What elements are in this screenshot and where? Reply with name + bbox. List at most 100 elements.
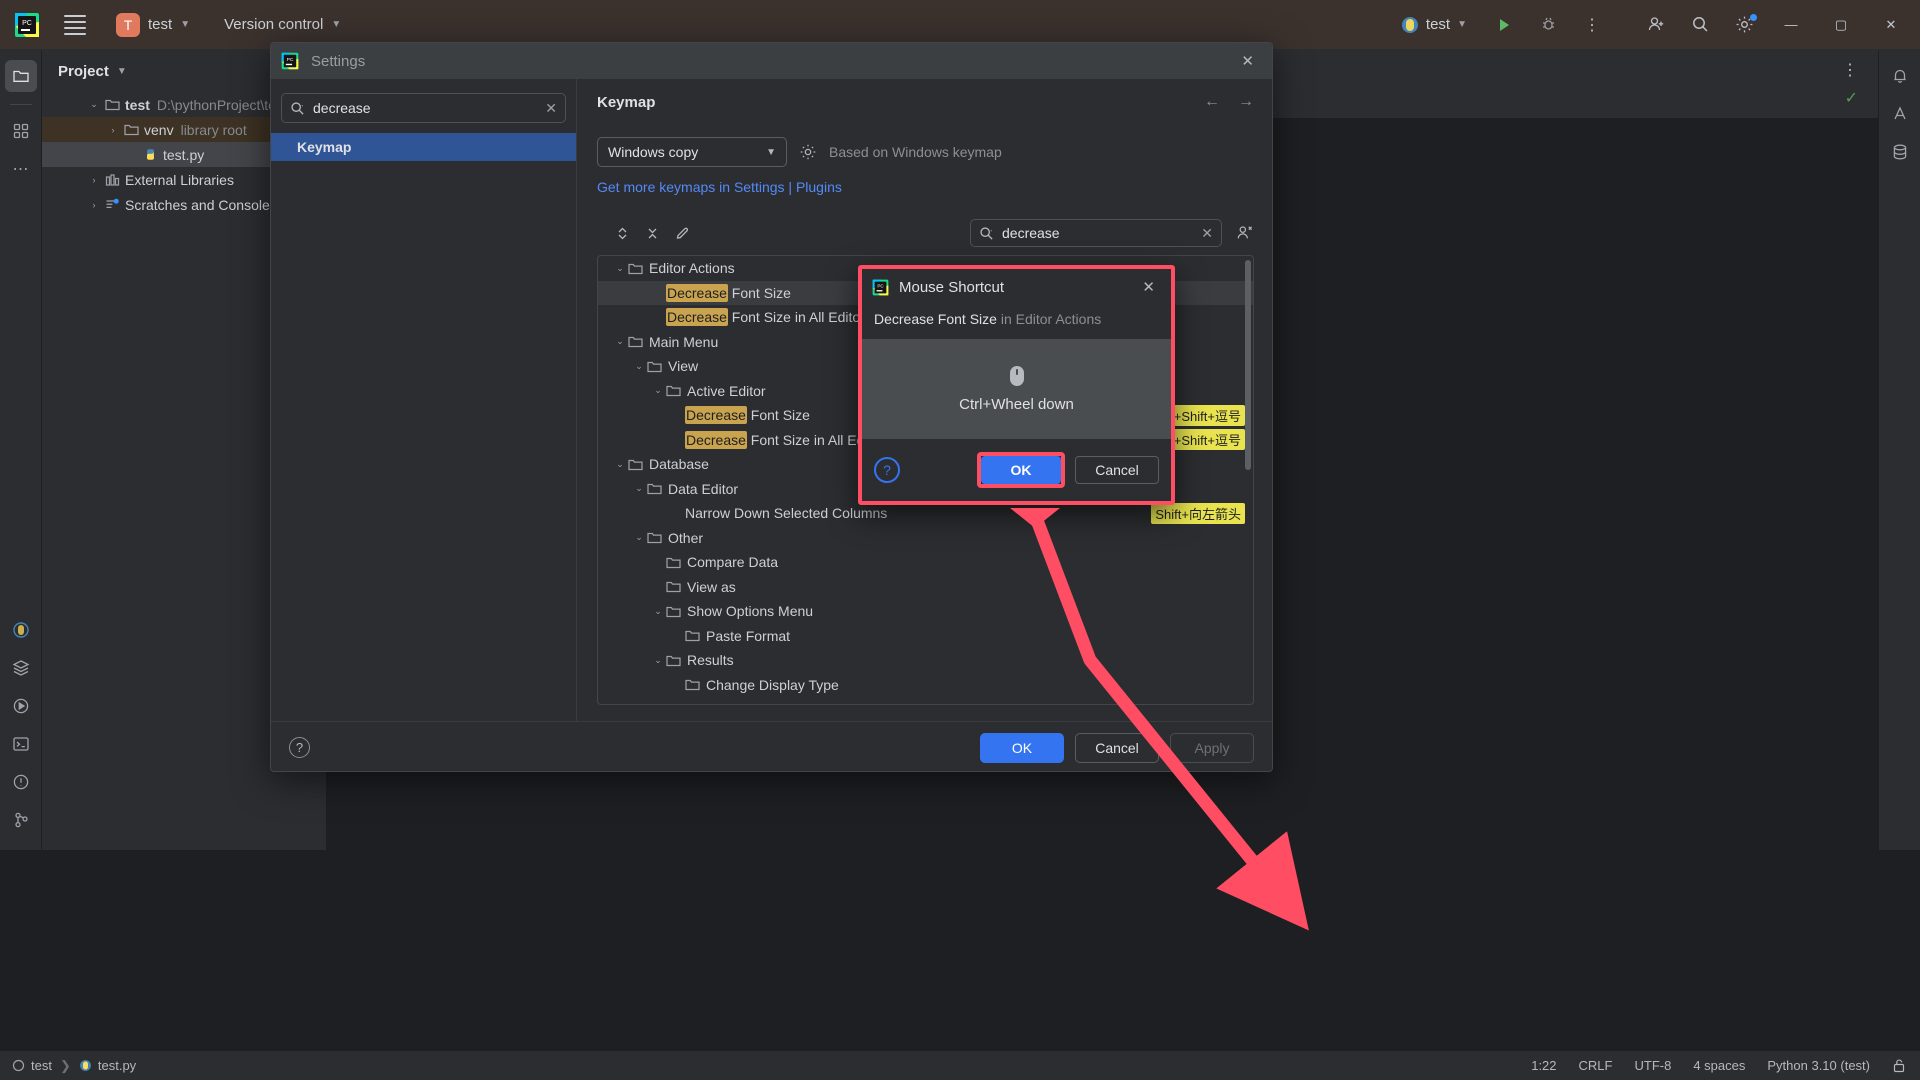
keymap-tree-row[interactable]: Compare Data <box>598 550 1253 575</box>
ai-assistant-icon[interactable] <box>1884 98 1916 130</box>
line-separator[interactable]: CRLF <box>1579 1058 1613 1073</box>
divider <box>10 104 32 105</box>
settings-search-input[interactable] <box>313 100 545 116</box>
folder-icon <box>666 605 681 618</box>
version-control-icon[interactable] <box>5 804 37 836</box>
keymap-filter-box[interactable]: ✕ <box>970 219 1222 247</box>
unlocked-icon[interactable] <box>1892 1058 1906 1073</box>
vertical-scrollbar[interactable] <box>1245 260 1251 470</box>
keymap-tree-row[interactable]: ⌄Results <box>598 648 1253 673</box>
search-icon <box>290 101 305 116</box>
mouse-shortcut-footer: ? OK Cancel <box>862 439 1171 501</box>
keymap-action-label: Paste Format <box>706 628 790 644</box>
help-button[interactable]: ? <box>874 457 900 483</box>
python-console-icon[interactable] <box>5 614 37 646</box>
chevron-down-icon[interactable]: ⌄ <box>631 532 647 543</box>
chevron-right-icon[interactable]: › <box>86 200 102 210</box>
search-icon[interactable] <box>1680 8 1720 42</box>
keymap-select[interactable]: Windows copy ▼ <box>597 137 787 167</box>
folder-icon <box>124 123 139 136</box>
expand-collapse-icon[interactable] <box>609 220 635 246</box>
cancel-button[interactable]: Cancel <box>1075 733 1159 763</box>
filter-by-shortcut-icon[interactable] <box>1236 224 1254 242</box>
clear-filter-icon[interactable]: ✕ <box>1201 225 1213 242</box>
debug-icon[interactable] <box>1528 8 1568 42</box>
problems-icon[interactable] <box>5 766 37 798</box>
back-arrow-icon[interactable]: ← <box>1204 93 1220 111</box>
keymap-action-label: View <box>668 358 698 374</box>
breadcrumb-file[interactable]: test.py <box>79 1058 136 1073</box>
close-icon[interactable]: ✕ <box>1233 48 1262 74</box>
close-icon[interactable]: ✕ <box>1136 276 1161 298</box>
apply-button[interactable]: Apply <box>1170 733 1254 763</box>
structure-tool-icon[interactable] <box>5 115 37 147</box>
cancel-button[interactable]: Cancel <box>1075 456 1159 484</box>
notifications-icon[interactable] <box>1884 60 1916 92</box>
library-icon <box>105 173 120 187</box>
chevron-down-icon[interactable]: ⌄ <box>86 99 102 110</box>
sidebar-item-keymap[interactable]: Keymap <box>271 133 576 161</box>
pycharm-logo-icon: PC <box>14 12 40 38</box>
services-icon[interactable] <box>5 652 37 684</box>
folder-icon <box>105 98 120 111</box>
clear-search-icon[interactable]: ✕ <box>545 100 557 117</box>
version-control-menu[interactable]: Version control ▼ <box>224 16 341 33</box>
chevron-down-icon[interactable]: ⌄ <box>631 361 647 372</box>
keymap-tree-row[interactable]: Paste Format <box>598 624 1253 649</box>
project-tool-icon[interactable] <box>5 60 37 92</box>
more-vertical-icon[interactable]: ⋮ <box>1572 8 1612 42</box>
chevron-down-icon[interactable]: ▼ <box>117 66 127 77</box>
keymap-action-label: Decrease Font Size <box>666 285 791 301</box>
chevron-down-icon[interactable]: ⌄ <box>650 655 666 666</box>
account-add-icon[interactable] <box>1636 8 1676 42</box>
folder-icon <box>666 384 681 397</box>
collapse-all-icon[interactable] <box>639 220 665 246</box>
folder-icon <box>628 335 643 348</box>
breadcrumb-project[interactable]: test <box>12 1058 52 1073</box>
search-match-highlight: Decrease <box>685 431 747 449</box>
chevron-down-icon[interactable]: ⌄ <box>631 483 647 494</box>
chevron-right-icon[interactable]: › <box>86 175 102 185</box>
hamburger-menu-icon[interactable] <box>64 15 86 35</box>
chevron-down-icon[interactable]: ⌄ <box>650 385 666 396</box>
keymap-tree-row[interactable]: Change Display Type <box>598 673 1253 698</box>
more-tool-windows-icon[interactable]: ⋯ <box>5 153 37 185</box>
close-icon[interactable]: ✕ <box>1868 0 1914 50</box>
run-icon[interactable] <box>1484 8 1524 42</box>
database-icon[interactable] <box>1884 136 1916 168</box>
maximize-icon[interactable]: ▢ <box>1818 0 1864 50</box>
keymap-filter-input[interactable] <box>1002 225 1201 241</box>
project-chip[interactable]: T test ▼ <box>110 10 196 40</box>
help-button[interactable]: ? <box>289 737 310 758</box>
settings-search-box[interactable]: ✕ <box>281 93 566 123</box>
run-tool-icon[interactable] <box>5 690 37 722</box>
chevron-down-icon[interactable]: ⌄ <box>612 459 628 470</box>
project-panel-title: Project <box>58 63 109 80</box>
mouse-shortcut-title-bar: PC Mouse Shortcut ✕ <box>862 269 1171 305</box>
inspections-ok-icon[interactable]: ✓ <box>1845 88 1858 108</box>
get-more-keymaps-link[interactable]: Get more keymaps in Settings | Plugins <box>597 179 1254 195</box>
edit-shortcut-icon[interactable] <box>669 220 695 246</box>
ok-button[interactable]: OK <box>981 456 1061 484</box>
svg-text:PC: PC <box>22 20 32 27</box>
python-interpreter[interactable]: Python 3.10 (test) <box>1767 1058 1870 1073</box>
indent-setting[interactable]: 4 spaces <box>1693 1058 1745 1073</box>
chevron-down-icon[interactable]: ⌄ <box>612 336 628 347</box>
editor-more-icon[interactable]: ⋮ <box>1842 60 1860 80</box>
file-encoding[interactable]: UTF-8 <box>1634 1058 1671 1073</box>
terminal-icon[interactable] <box>5 728 37 760</box>
chevron-right-icon[interactable]: › <box>105 125 121 135</box>
ok-button[interactable]: OK <box>980 733 1064 763</box>
keymap-gear-icon[interactable] <box>799 143 817 161</box>
keymap-tree-row[interactable]: ⌄Other <box>598 526 1253 551</box>
run-configuration-selector[interactable]: test ▼ <box>1392 12 1476 38</box>
keymap-tree-row[interactable]: ⌄Show Options Menu <box>598 599 1253 624</box>
gear-icon[interactable] <box>1724 8 1764 42</box>
caret-position[interactable]: 1:22 <box>1531 1058 1556 1073</box>
mouse-shortcut-capture-area[interactable]: Ctrl+Wheel down <box>862 339 1171 439</box>
chevron-down-icon[interactable]: ⌄ <box>650 606 666 617</box>
chevron-down-icon[interactable]: ⌄ <box>612 263 628 274</box>
keymap-tree-row[interactable]: View as <box>598 575 1253 600</box>
forward-arrow-icon[interactable]: → <box>1238 93 1254 111</box>
minimize-icon[interactable]: — <box>1768 0 1814 50</box>
